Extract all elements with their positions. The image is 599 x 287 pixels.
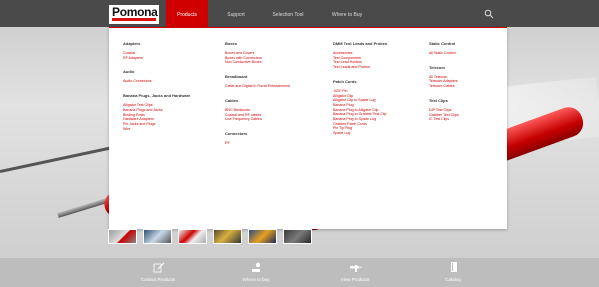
menu-group-telecom: Telecom All Telecom Telecom Adapters Tel… [429,65,504,89]
menu-group-title: DMM Test Leads and Probes [333,41,388,46]
map-pin-icon [252,262,261,272]
menu-link[interactable]: Low Frequency Cables [225,117,325,122]
carousel-thumbnail[interactable] [143,229,172,244]
menu-link[interactable]: Cable and Digital In Fiscal Entertainmen… [225,84,325,89]
menu-group-title: Banana Plugs, Jacks and Hardware [123,93,191,99]
menu-group-title: Connectors [225,130,248,136]
menu-link[interactable]: RF [225,141,325,146]
contact-products-label: Contact Products [140,277,176,282]
top-nav: Pomona Products Support Selection Tool W… [0,0,599,27]
menu-group-title: Breadboard [225,74,248,80]
menu-group-audio: Audio Audio Connectors [123,69,218,84]
menu-column-1: Adapters Coaxial RF Adapters Audio Audio… [123,41,218,140]
menu-link[interactable]: Spade Lug [333,131,423,136]
menu-link[interactable]: IC Test Clips [429,117,504,122]
menu-group-title: Adapters [123,41,141,46]
menu-link[interactable]: All Static Control [429,51,504,56]
menu-group-title: Telecom [429,64,445,70]
menu-group-patch-cords: Patch Cords .025" Pin Alligator Clip All… [333,79,423,136]
menu-group-title: Patch Cords [333,78,357,84]
logo-text: Pomona [112,5,158,19]
menu-group-adapters: Adapters Coaxial RF Adapters [123,41,218,60]
menu-group-connectors: Connectors RF [225,131,325,146]
catalog-link[interactable]: Catalog [408,258,498,287]
menu-group-banana-plugs: Banana Plugs, Jacks and Hardware Alligat… [123,93,218,131]
book-icon [451,262,457,272]
bottom-quick-links: Contact Products Where to buy View Produ… [0,258,599,287]
carousel-thumbnail[interactable] [248,229,277,244]
pomona-logo[interactable]: Pomona [109,5,159,24]
menu-group-breadboard: Breadboard Cable and Digital In Fiscal E… [225,74,325,89]
where-to-buy-label: Where to buy [242,277,270,282]
menu-column-3: DMM Test Leads and Probes Accessories Te… [333,41,423,145]
menu-link[interactable]: Wire [123,127,218,132]
menu-column-4: Static Control All Static Control Teleco… [429,41,504,131]
menu-link[interactable]: RF Adapters [123,56,218,61]
menu-group-test-clips: Test Clips DIP Test Clips Grabber Test C… [429,98,504,122]
menu-group-dmm-test-leads: DMM Test Leads and Probes Accessories Te… [333,41,423,70]
carousel-thumbnail[interactable] [283,229,312,244]
carousel-thumbnail[interactable] [213,229,242,244]
search-icon[interactable] [484,9,494,19]
menu-group-title: Audio [123,69,135,75]
menu-group-cables: Cables BNC Breakouts Coaxial and RF cabl… [225,98,325,122]
menu-link[interactable]: Non Conductive Boxes [225,60,325,65]
menu-group-title: Cables [225,97,239,103]
menu-group-static-control: Static Control All Static Control [429,41,504,56]
probe-cable [0,144,123,173]
menu-group-title: Test Clips [429,97,448,103]
edit-icon [153,262,165,273]
carousel-thumbnail[interactable] [108,229,137,244]
nav-support[interactable]: Support [216,0,256,27]
menu-link[interactable]: Test Leads and Probes [333,65,423,70]
where-to-buy-link[interactable]: Where to buy [211,258,301,287]
menu-link[interactable]: Telecom Cables [429,84,504,89]
contact-products-link[interactable]: Contact Products [113,258,203,287]
carousel-thumbnail[interactable] [178,229,207,244]
view-products-link[interactable]: View Products [310,258,400,287]
view-products-label: View Products [340,277,370,282]
menu-link[interactable]: Audio Connectors [123,79,218,84]
logo-underline [112,18,156,21]
probe-icon [350,265,362,272]
products-mega-menu: Adapters Coaxial RF Adapters Audio Audio… [109,27,507,229]
menu-group-title: Static Control [429,41,456,46]
catalog-label: Catalog [445,277,461,282]
nav-products[interactable]: Products [166,0,208,27]
menu-group-boxes: Boxes Boxes and Covers Boxes with Connec… [225,41,325,65]
menu-group-title: Boxes [225,41,238,46]
nav-selection-tool[interactable]: Selection Tool [262,0,314,27]
menu-column-2: Boxes Boxes and Covers Boxes with Connec… [225,41,325,155]
nav-where-to-buy[interactable]: Where to Buy [322,0,372,27]
